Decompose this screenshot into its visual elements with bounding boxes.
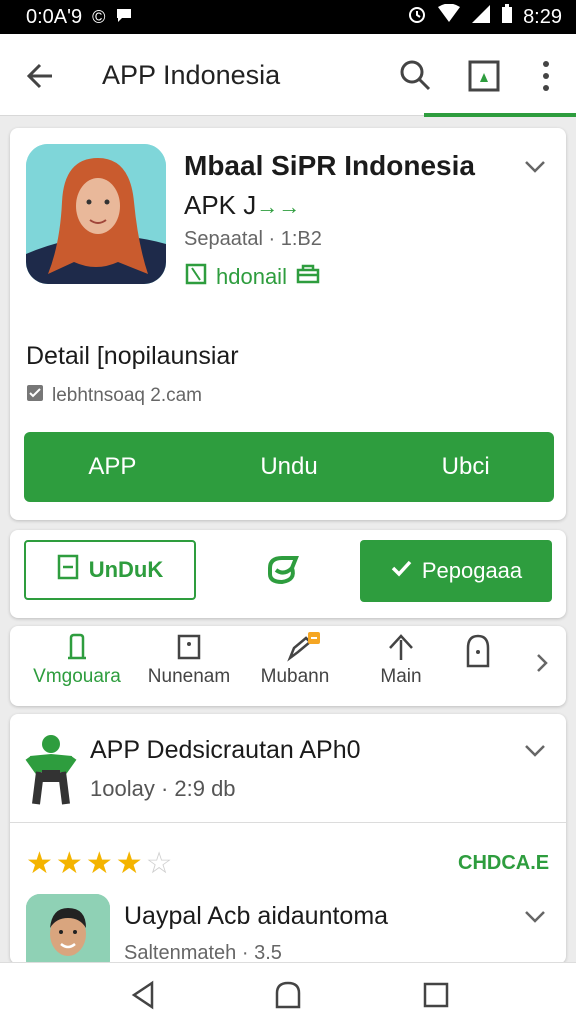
- tab-label: Main: [380, 666, 422, 687]
- tab-label: Vmgouara: [33, 666, 121, 687]
- tab-mubann[interactable]: Mubann: [240, 632, 350, 688]
- install-button-label: Pepogaaa: [421, 558, 523, 583]
- app-subtitle-accent: →→: [256, 194, 301, 219]
- section-meta-text: lebhtnsoaq 2.cam: [52, 385, 202, 406]
- download-outline-label: UnDuK: [88, 557, 164, 582]
- star-filled-icon: ★: [85, 847, 113, 880]
- status-left-text: 0:0A'9: [26, 5, 83, 28]
- list-item-title[interactable]: APP Dedsicrautan APh0: [90, 736, 361, 765]
- battery-icon: [501, 4, 513, 30]
- divider: [10, 822, 566, 823]
- verified-badge-icon: [295, 262, 321, 292]
- document-icon: [57, 554, 79, 586]
- action-bar-app[interactable]: APP: [24, 453, 201, 481]
- nav-home-icon[interactable]: [272, 979, 304, 1011]
- tab-vmgouara[interactable]: Vmgouara: [22, 632, 132, 688]
- checkbox-icon: [26, 384, 44, 408]
- status-bar: 0:0A'9 © 8:29: [0, 0, 576, 34]
- section-title: Detail [nopilaunsiar: [26, 342, 239, 370]
- action-bar-third[interactable]: Ubci: [377, 453, 554, 481]
- star-rating: ★ ★ ★ ★ ☆: [26, 846, 173, 881]
- app-meta: Sepaatal · 1:B2: [184, 228, 322, 250]
- app-detail-card: Mbaal SiPR Indonesia APK J→→ Sepaatal · …: [10, 128, 566, 520]
- tab-lock[interactable]: [448, 632, 508, 668]
- chevron-down-icon[interactable]: [520, 904, 550, 934]
- tab-main[interactable]: Main: [346, 632, 456, 688]
- tab-nunenam[interactable]: Nunenam: [134, 632, 244, 688]
- category-tabs: Vmgouara Nunenam Mubann Main: [10, 626, 566, 706]
- mascot-icon: [24, 732, 78, 808]
- app-list-card: APP Dedsicrautan APh0 1oolay · 2:9 db ★ …: [10, 714, 566, 974]
- install-button[interactable]: Pepogaaa: [360, 540, 552, 602]
- action-bar: APP Undu Ubci: [24, 432, 554, 502]
- search-icon[interactable]: [396, 56, 434, 94]
- star-filled-icon: ★: [26, 847, 53, 880]
- tab-label: Mubann: [260, 666, 330, 687]
- more-vert-icon[interactable]: [532, 56, 560, 96]
- star-filled-icon: ★: [115, 847, 143, 880]
- download-outline-button[interactable]: UnDuK: [24, 540, 196, 600]
- nav-back-icon[interactable]: [128, 979, 160, 1011]
- app-icon-avatar: [26, 144, 166, 284]
- back-arrow-icon[interactable]: [22, 58, 58, 94]
- section-meta: lebhtnsoaq 2.cam: [26, 384, 202, 408]
- chevron-down-icon[interactable]: [520, 736, 550, 766]
- developer-box-icon: [184, 262, 208, 292]
- square-icon: [174, 632, 204, 662]
- developer-row[interactable]: hdonail: [184, 262, 321, 292]
- system-nav-bar: [0, 962, 576, 1024]
- copyright-icon: ©: [92, 6, 106, 27]
- top-app-bar: APP Indonesia: [0, 34, 576, 117]
- bookmark-icon: [62, 632, 92, 662]
- app-name: Mbaal SiPR Indonesia: [184, 150, 475, 181]
- action-bar-download[interactable]: Undu: [201, 453, 378, 481]
- alarm-icon: [407, 4, 427, 30]
- app-subtitle: APK J→→: [184, 190, 300, 221]
- list-item-title[interactable]: Uaypal Acb aidauntoma: [124, 902, 388, 931]
- frame-icon[interactable]: [466, 58, 502, 94]
- app-subtitle-text: APK J: [184, 190, 257, 220]
- star-filled-icon: ★: [55, 847, 83, 880]
- rating-label[interactable]: CHDCA.E: [458, 852, 549, 875]
- share-icon[interactable]: [262, 550, 304, 592]
- star-empty-icon: ☆: [145, 847, 173, 880]
- clock-time: 8:29: [523, 5, 562, 28]
- signal-icon: [471, 4, 491, 30]
- page-title: APP Indonesia: [102, 60, 281, 90]
- upload-icon: [386, 632, 416, 662]
- developer-name: hdonail: [216, 264, 287, 289]
- tab-label: Nunenam: [147, 666, 231, 687]
- nav-recents-icon[interactable]: [420, 979, 452, 1011]
- active-tab-indicator: [424, 113, 576, 117]
- status-left: 0:0A'9 ©: [26, 6, 133, 29]
- chat-bubble-icon: [115, 7, 133, 28]
- lock-icon: [463, 632, 493, 668]
- wifi-icon: [437, 3, 461, 30]
- actions-card: UnDuK Pepogaaa: [10, 530, 566, 618]
- status-right: 8:29: [407, 3, 562, 30]
- check-icon: [390, 558, 412, 584]
- chevron-down-icon[interactable]: [520, 152, 550, 182]
- pen-icon: [280, 632, 320, 662]
- list-item-meta: 1oolay · 2:9 db: [90, 776, 236, 801]
- chevron-right-icon[interactable]: [530, 648, 554, 678]
